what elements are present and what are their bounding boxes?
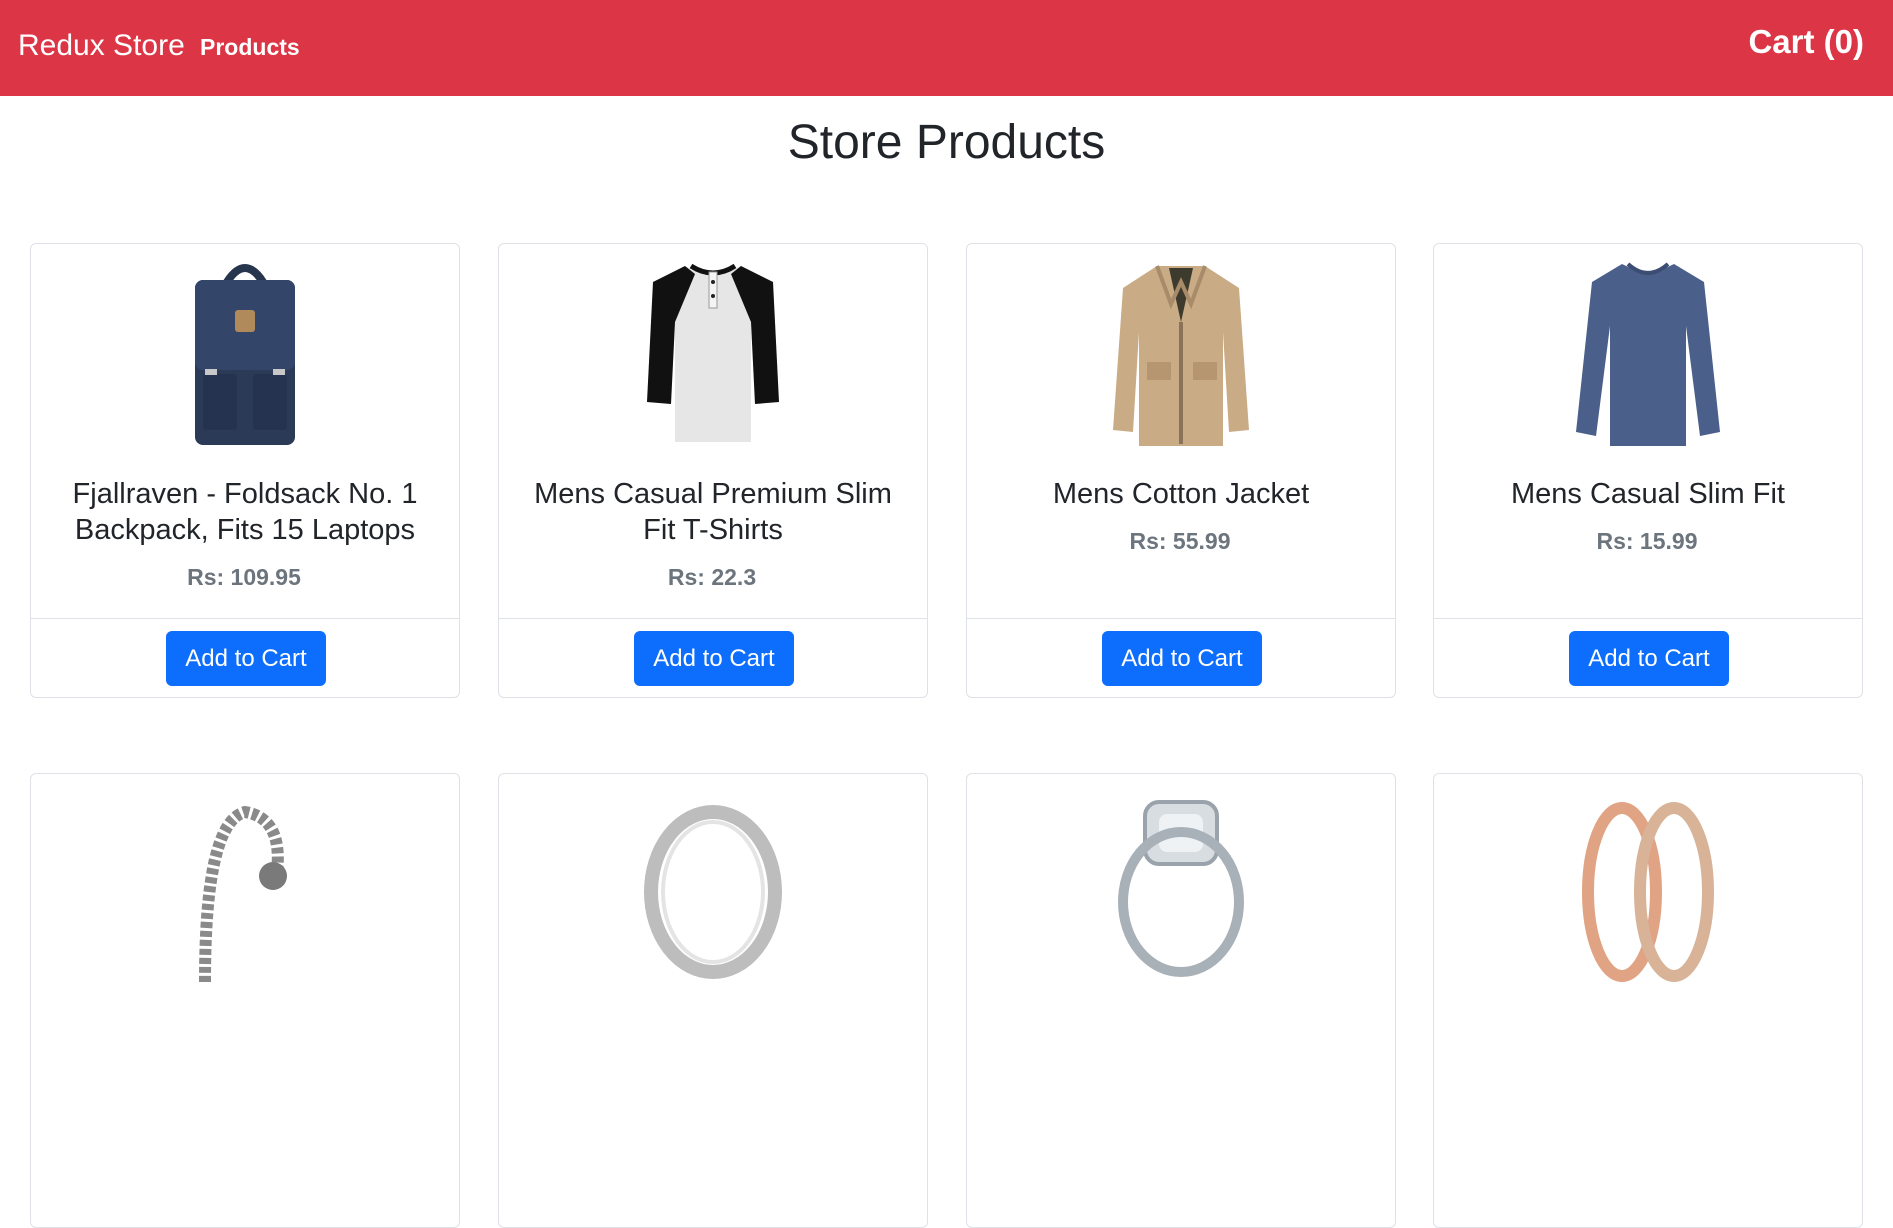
rose-gold-ring-image	[1434, 782, 1862, 982]
product-card: Mens Casual Premium Slim Fit T-Shirts Ad…	[498, 243, 928, 698]
product-card: Fjallraven - Foldsack No. 1 Backpack, Fi…	[30, 243, 460, 698]
add-to-cart-button[interactable]: Add to Cart	[1102, 631, 1262, 686]
cotton-jacket-image	[967, 252, 1395, 452]
product-card	[30, 773, 460, 1228]
product-card	[966, 773, 1396, 1228]
product-title: Mens Cotton Jacket	[1052, 478, 1310, 510]
silver-ring-image	[499, 782, 927, 982]
product-grid: Fjallraven - Foldsack No. 1 Backpack, Fi…	[0, 0, 1893, 1228]
product-card: Mens Cotton Jacket Add to Cart	[966, 243, 1396, 698]
card-footer: Add to Cart	[967, 618, 1395, 697]
card-footer: Add to Cart	[499, 618, 927, 697]
raglan-tshirt-image	[499, 252, 927, 452]
add-to-cart-button[interactable]: Add to Cart	[166, 631, 326, 686]
diamond-ring-image	[967, 782, 1395, 982]
add-to-cart-button[interactable]: Add to Cart	[1569, 631, 1729, 686]
chain-bracelet-image	[31, 782, 459, 982]
product-price: Rs: 109.95	[187, 564, 301, 590]
card-footer: Add to Cart	[1434, 618, 1862, 697]
product-card	[1433, 773, 1863, 1228]
backpack-image	[31, 252, 459, 452]
product-price: Rs: 55.99	[1129, 528, 1231, 554]
product-price: Rs: 15.99	[1596, 528, 1698, 554]
product-title: Mens Casual Premium Slim Fit T-Shirts	[534, 478, 892, 546]
longsleeve-shirt-image	[1434, 252, 1862, 452]
add-to-cart-button[interactable]: Add to Cart	[634, 631, 794, 686]
product-title: Mens Casual Slim Fit	[1511, 478, 1785, 510]
card-footer: Add to Cart	[31, 618, 459, 697]
product-card	[498, 773, 928, 1228]
product-price: Rs: 22.3	[667, 564, 757, 590]
product-card: Mens Casual Slim Fit Add to Cart	[1433, 243, 1863, 698]
product-title: Fjallraven - Foldsack No. 1 Backpack, Fi…	[72, 478, 418, 546]
